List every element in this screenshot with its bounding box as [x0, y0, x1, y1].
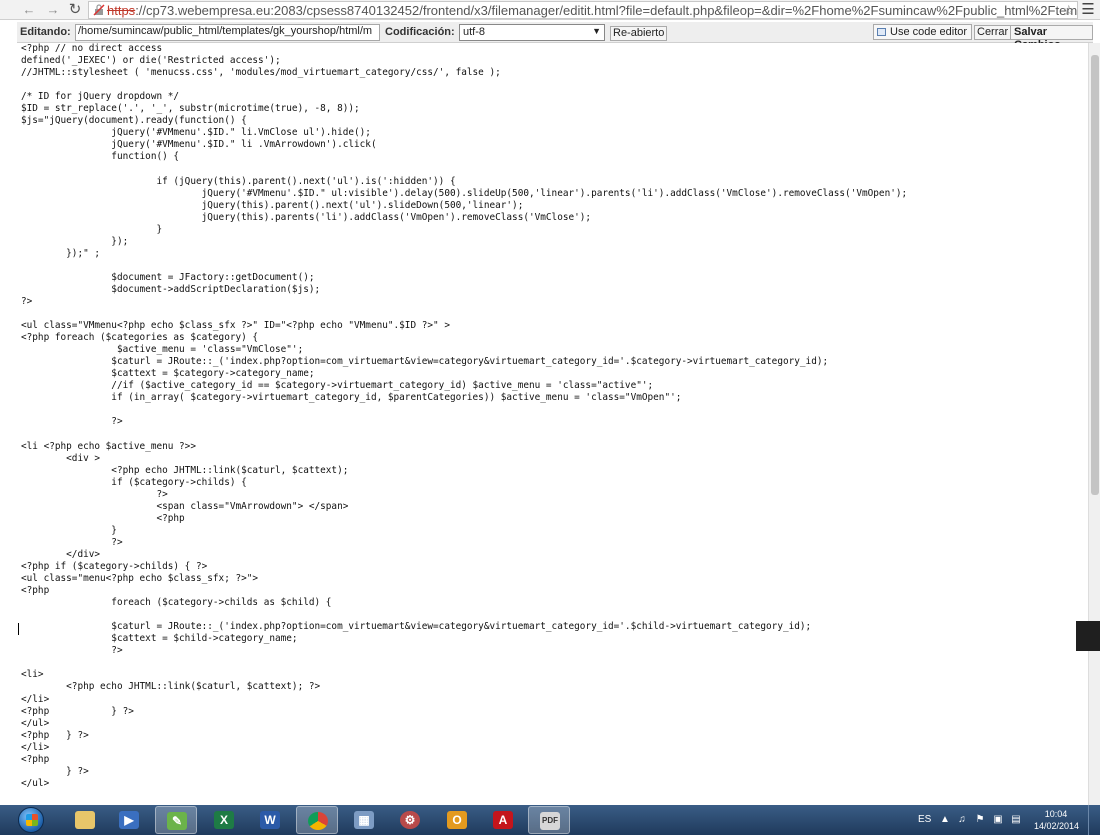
scrollbar-thumb[interactable] — [1091, 55, 1099, 495]
code-editor-icon — [877, 28, 886, 36]
url-scheme: https — [107, 3, 136, 18]
network-icon[interactable]: ▤ — [1011, 815, 1021, 825]
volume-icon[interactable]: ♫ — [957, 815, 967, 825]
browser-menu-icon[interactable]: ☰ — [1078, 1, 1098, 19]
excel-icon[interactable]: X — [203, 806, 245, 834]
broken-lock-icon — [93, 4, 105, 16]
pdf-creator-icon[interactable]: PDF — [528, 806, 570, 834]
file-path-field[interactable]: /home/sumincaw/public_html/templates/gk_… — [75, 24, 380, 41]
close-button[interactable]: Cerrar — [974, 25, 1012, 40]
outlook-icon[interactable]: O — [436, 806, 478, 834]
star-icon[interactable]: ☆ — [1062, 2, 1075, 18]
reopen-button[interactable]: Re-abierto — [610, 26, 668, 41]
tool-icon[interactable]: ⚙ — [389, 806, 431, 834]
url-text: https://cp73.webempresa.eu:2083/cpsess87… — [107, 2, 1078, 18]
save-changes-button[interactable]: Salvar Cambios — [1010, 25, 1093, 51]
acrobat-icon[interactable]: A — [482, 806, 524, 834]
clock-date: 14/02/2014 — [1034, 821, 1080, 831]
clock-time: 10:04 — [1044, 809, 1068, 819]
folder-icon[interactable] — [64, 806, 106, 834]
encoding-label: Codificación: — [385, 26, 455, 38]
action-center-flag-icon[interactable]: ⚑ — [975, 815, 985, 825]
code-content: <?php // no direct access defined('_JEXE… — [21, 43, 908, 789]
use-code-editor-button[interactable]: Use code editor — [873, 24, 973, 40]
url-path: ://cp73.webempresa.eu:2083/cpsess8740132… — [135, 3, 1078, 18]
windows-taskbar: ▶ ✎ X W ▦ ⚙ O A PDF ES ▲ ♫ ⚑ ▣ ▤ 10:04 1… — [0, 805, 1100, 835]
forward-arrow-icon[interactable]: → — [44, 1, 62, 19]
chrome-icon[interactable] — [296, 806, 338, 834]
encoding-value: utf-8 — [463, 26, 486, 38]
back-arrow-icon[interactable]: ← — [20, 1, 38, 19]
vertical-scrollbar[interactable] — [1088, 43, 1100, 805]
browser-address-bar: ← → ↻ https://cp73.webempresa.eu:2083/cp… — [0, 0, 1100, 20]
show-desktop-button[interactable] — [1088, 805, 1100, 835]
scrollbar-overlay — [1076, 621, 1100, 651]
media-player-icon[interactable]: ▶ — [108, 806, 150, 834]
text-caret — [18, 623, 19, 635]
calculator-icon[interactable]: ▦ — [343, 806, 385, 834]
system-clock[interactable]: 10:04 14/02/2014 — [1034, 808, 1080, 832]
reload-icon[interactable]: ↻ — [66, 1, 84, 19]
editor-toolbar: Editando: /home/sumincaw/public_html/tem… — [17, 22, 1093, 51]
editing-label: Editando: — [20, 26, 71, 38]
windows-start-icon[interactable] — [18, 807, 44, 833]
notepad-icon[interactable]: ✎ — [155, 806, 197, 834]
language-indicator[interactable]: ES — [918, 814, 931, 825]
code-textarea[interactable]: <?php // no direct access defined('_JEXE… — [17, 43, 1088, 805]
url-field[interactable]: https://cp73.webempresa.eu:2083/cpsess87… — [88, 1, 1078, 19]
display-icon[interactable]: ▣ — [993, 815, 1003, 825]
use-code-editor-label: Use code editor — [890, 26, 968, 38]
show-hidden-icons-icon[interactable]: ▲ — [940, 815, 950, 825]
word-icon[interactable]: W — [249, 806, 291, 834]
dropdown-arrow-icon: ▼ — [592, 26, 601, 36]
encoding-select[interactable]: utf-8 ▼ — [459, 24, 605, 41]
